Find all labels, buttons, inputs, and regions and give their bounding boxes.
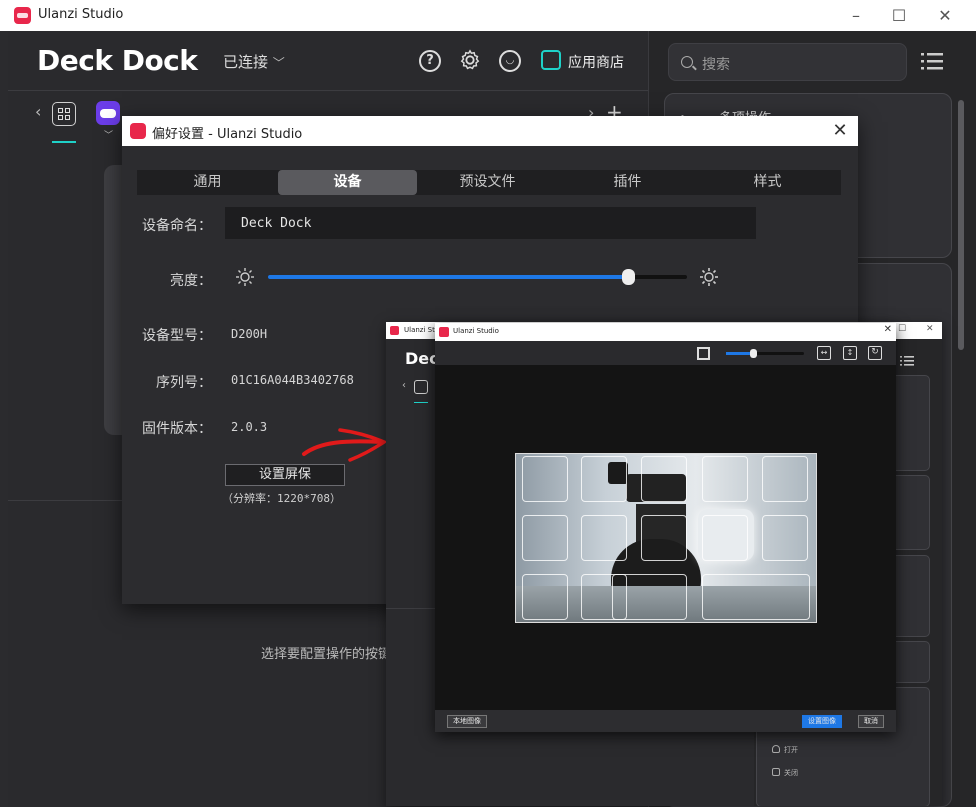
- chevron-down-icon[interactable]: ﹀: [104, 128, 113, 141]
- tab-style[interactable]: 样式: [698, 170, 837, 195]
- resolution-note: （分辨率：1220*708）: [222, 492, 341, 505]
- device-name-input[interactable]: [225, 207, 756, 239]
- rotate-icon[interactable]: ↻: [868, 346, 882, 360]
- brightness-slider-fill: [268, 275, 629, 279]
- cancel-button[interactable]: 取消: [858, 715, 884, 728]
- firmware-label: 固件版本：: [142, 421, 212, 437]
- store-icon[interactable]: [541, 50, 561, 70]
- help-icon[interactable]: ?: [419, 50, 441, 72]
- fit-height-icon[interactable]: ↕: [843, 346, 857, 360]
- preferences-titlebar: 偏好设置 - Ulanzi Studio ✕: [122, 116, 858, 146]
- fit-frame-icon[interactable]: [697, 347, 710, 360]
- local-image-button[interactable]: 本地图像: [447, 715, 487, 728]
- window-title: Ulanzi Studio: [38, 7, 124, 22]
- crop-close-button[interactable]: ✕: [884, 324, 892, 335]
- tab-plugins[interactable]: 插件: [558, 170, 697, 195]
- zoom-slider-fill: [726, 352, 754, 355]
- list-view-icon: [900, 351, 914, 366]
- screensaver-preview-image: [515, 453, 817, 623]
- zoom-slider-handle[interactable]: [750, 349, 758, 358]
- preferences-tabs: 通用 设备 预设文件 插件 样式: [137, 170, 841, 195]
- search-placeholder: 搜索: [702, 57, 730, 73]
- model-value: D200H: [231, 327, 268, 341]
- select-key-hint: 选择要配置操作的按键: [261, 647, 392, 662]
- header-divider: [8, 90, 648, 91]
- serial-value: 01C16A044B3402768: [231, 373, 354, 387]
- grid-icon[interactable]: [52, 102, 76, 126]
- chevron-down-icon: ﹀: [272, 56, 285, 70]
- maximize-icon: ☐: [898, 324, 907, 334]
- ulanzi-logo-icon: [14, 7, 31, 24]
- serial-label: 序列号：: [156, 375, 212, 391]
- set-screensaver-button[interactable]: 设置屏保: [225, 464, 345, 486]
- brightness-slider[interactable]: [268, 269, 687, 285]
- preferences-close-button[interactable]: ✕: [828, 119, 852, 143]
- account-icon[interactable]: ◡: [499, 50, 521, 72]
- set-image-button[interactable]: 设置图像: [802, 715, 842, 728]
- nested-brand: Dec: [405, 349, 439, 368]
- model-label: 设备型号：: [142, 328, 212, 344]
- zoom-slider[interactable]: [726, 349, 804, 358]
- nested-item-open: 打开: [784, 746, 798, 754]
- crop-title: Ulanzi Studio: [453, 327, 499, 335]
- preferences-title: 偏好设置 - Ulanzi Studio: [152, 127, 303, 142]
- nested-item-close: 关闭: [784, 769, 798, 777]
- ulanzi-logo-icon: [439, 327, 449, 337]
- brightness-label: 亮度：: [170, 273, 212, 289]
- fit-width-icon[interactable]: ↔: [817, 346, 831, 360]
- active-tab-indicator: [414, 402, 428, 403]
- tab-general[interactable]: 通用: [138, 170, 277, 195]
- connection-dropdown[interactable]: 已连接 ﹀: [223, 51, 285, 72]
- brightness-high-icon: [700, 268, 718, 286]
- connection-status: 已连接: [223, 53, 269, 71]
- sidebar-scrollbar[interactable]: [958, 100, 964, 350]
- grid-icon: [414, 380, 428, 394]
- maximize-button[interactable]: ☐: [879, 4, 919, 28]
- firmware-value: 2.0.3: [231, 420, 268, 434]
- bell-icon: [772, 745, 780, 753]
- image-crop-dialog: Ulanzi Studio ✕ ↔ ↕ ↻ 本地图像 设置图像 取消: [435, 323, 896, 732]
- active-tab-indicator: [52, 141, 76, 143]
- close-icon: ✕: [926, 324, 934, 334]
- device-brand-title: Deck Dock: [37, 44, 198, 77]
- crop-canvas[interactable]: [435, 365, 896, 710]
- crop-toolbar: ↔ ↕ ↻: [435, 341, 896, 365]
- tab-presets[interactable]: 预设文件: [418, 170, 557, 195]
- robot-icon[interactable]: [96, 101, 120, 125]
- device-name-label: 设备命名：: [142, 218, 212, 234]
- brightness-low-icon: [236, 268, 254, 286]
- crop-titlebar: Ulanzi Studio ✕: [435, 323, 896, 341]
- ulanzi-logo-icon: [130, 123, 146, 139]
- minimize-button[interactable]: –: [836, 4, 876, 28]
- list-view-icon[interactable]: [921, 52, 943, 70]
- chevron-left-icon: ‹: [402, 380, 406, 391]
- annotation-arrow-icon: [302, 428, 388, 462]
- crop-footer: 本地图像 设置图像 取消: [435, 710, 896, 732]
- close-action-icon: [772, 768, 780, 776]
- chevron-left-icon[interactable]: ‹: [35, 102, 41, 121]
- main-titlebar: Ulanzi Studio – ☐ ✕: [0, 0, 976, 31]
- ulanzi-logo-icon: [390, 326, 399, 335]
- store-label[interactable]: 应用商店: [568, 52, 624, 72]
- tab-device[interactable]: 设备: [278, 170, 417, 195]
- search-box[interactable]: 搜索: [668, 43, 907, 81]
- close-button[interactable]: ✕: [925, 4, 965, 28]
- search-icon: [681, 56, 693, 68]
- brightness-slider-handle[interactable]: [622, 269, 636, 285]
- gear-icon[interactable]: [459, 49, 481, 71]
- nested-title: Ulanzi St: [404, 326, 435, 334]
